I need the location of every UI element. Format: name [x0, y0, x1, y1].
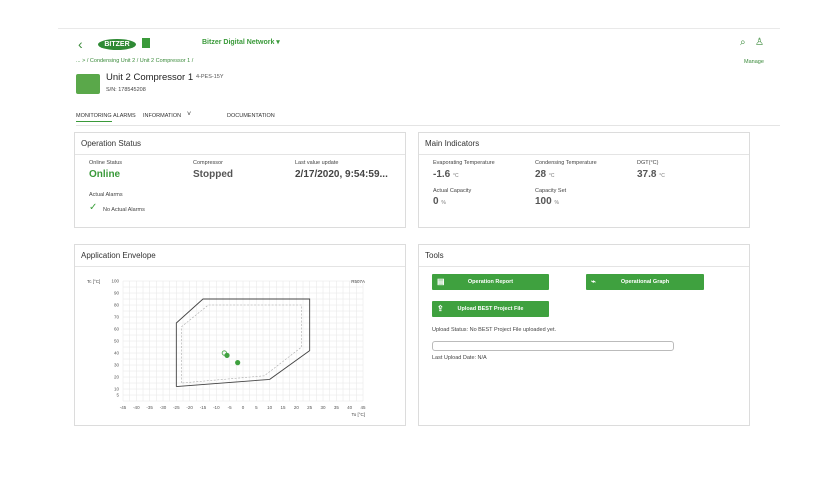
actual-capacity-label: Actual Capacity: [433, 188, 472, 194]
x-tick-label: 45: [360, 405, 366, 410]
operation-status-panel: Operation Status Online Status Online Co…: [74, 132, 406, 228]
bitzer-logo: BITZER: [98, 39, 136, 50]
tab-bar: MONITORING ALARMS INFORMATION ˅ DOCUMENT…: [76, 110, 780, 126]
y-tick-label: 100: [111, 279, 119, 284]
y-tick-label: 90: [114, 291, 120, 296]
y-tick-label: 10: [114, 387, 120, 392]
tab-information[interactable]: INFORMATION: [143, 113, 181, 119]
y-tick-label: 20: [114, 375, 120, 380]
capacity-set-label: Capacity Set: [535, 188, 567, 194]
x-tick-label: -5: [228, 405, 232, 410]
operating-point: [235, 360, 241, 366]
y-tick-label: 50: [114, 339, 120, 344]
panel-title: Tools: [425, 251, 444, 260]
tab-monitoring[interactable]: MONITORING: [76, 113, 112, 122]
operation-report-button[interactable]: ▤ Operation Report: [432, 274, 549, 290]
refrigerant-legend: R507A: [351, 279, 365, 284]
x-tick-label: 20: [294, 405, 300, 410]
x-tick-label: -30: [160, 405, 167, 410]
unit-serial: S/N: 178545208: [106, 87, 146, 93]
x-tick-label: -15: [200, 405, 207, 410]
condensing-temp-value: 28 °C: [535, 169, 555, 180]
compressor-label: Compressor: [193, 160, 223, 166]
back-icon[interactable]: ‹: [78, 36, 83, 52]
last-update-label: Last value update: [295, 160, 339, 166]
top-bar: ‹ BITZER Bitzer Digital Network ▾ ⌕ ♙: [58, 28, 780, 59]
upload-status: Upload Status: No BEST Project File uplo…: [432, 327, 557, 333]
x-tick-label: 30: [320, 405, 326, 410]
network-dropdown[interactable]: Bitzer Digital Network ▾: [202, 38, 280, 46]
x-tick-label: 0: [242, 405, 245, 410]
x-tick-label: 5: [255, 405, 258, 410]
panel-title: Application Envelope: [81, 251, 156, 260]
y-axis-label: Tc [°C]: [87, 279, 100, 284]
x-tick-label: 15: [280, 405, 286, 410]
unit-title: Unit 2 Compressor 1: [106, 72, 194, 83]
unit-model: 4-PES-15Y: [196, 74, 224, 80]
y-tick-label: 30: [114, 363, 120, 368]
x-tick-label: -10: [213, 405, 220, 410]
evaporating-temp-label: Evaporating Temperature: [433, 160, 495, 166]
manage-link[interactable]: Manage: [744, 59, 764, 65]
app-frame: ‹ BITZER Bitzer Digital Network ▾ ⌕ ♙ ..…: [58, 28, 780, 440]
x-tick-label: 40: [347, 405, 353, 410]
y-tick-label: 80: [114, 303, 120, 308]
tab-alarms[interactable]: ALARMS: [113, 113, 136, 119]
user-icon[interactable]: ♙: [755, 37, 764, 48]
y-tick-label: 70: [114, 315, 120, 320]
dgt-label: DGT(°C): [637, 160, 659, 166]
dgt-value: 37.8 °C: [637, 169, 665, 180]
panel-title: Main Indicators: [425, 139, 480, 148]
file-input[interactable]: [432, 341, 674, 351]
y-tick-label: 40: [114, 351, 120, 356]
condensing-temp-label: Condensing Temperature: [535, 160, 597, 166]
operational-graph-button[interactable]: ⌁ Operational Graph: [586, 274, 704, 290]
x-tick-label: -20: [186, 405, 193, 410]
breadcrumb[interactable]: ... > / Condensing Unit 2 / Unit 2 Compr…: [76, 58, 193, 64]
envelope-chart: -45 -40 -35 -30 -25 -20 -15 -10 -5 0 5 10 15 20 25 30 35…: [87, 279, 366, 418]
actual-capacity-value: 0 %: [433, 196, 446, 207]
checkmark-icon: ✓: [89, 202, 98, 213]
x-tick-label: 25: [307, 405, 313, 410]
main-indicators-panel: Main Indicators Evaporating Temperature …: [418, 132, 750, 228]
actual-alarms-label: Actual Alarms: [89, 192, 123, 198]
x-tick-label: -40: [133, 405, 140, 410]
last-update-value: 2/17/2020, 9:54:59...: [295, 169, 388, 180]
chevron-down-icon[interactable]: ˅: [187, 111, 191, 118]
x-tick-label: -25: [173, 405, 180, 410]
capacity-set-value: 100 %: [535, 196, 559, 207]
online-status-label: Online Status: [89, 160, 123, 166]
y-tick-label: 5: [116, 393, 119, 398]
online-status-value: Online: [89, 169, 121, 180]
last-upload-date: Last Upload Date: N/A: [432, 355, 487, 361]
search-icon[interactable]: ⌕: [740, 37, 746, 48]
panel-title: Operation Status: [81, 139, 142, 148]
evaporating-temp-value: -1.6 °C: [433, 169, 459, 180]
operating-point: [224, 352, 230, 359]
upload-best-button[interactable]: ⇪ Upload BEST Project File: [432, 301, 549, 317]
x-tick-label: 35: [334, 405, 340, 410]
actual-alarms-value: No Actual Alarms: [103, 207, 145, 213]
tab-documentation[interactable]: DOCUMENTATION: [227, 113, 275, 119]
x-tick-label: 10: [267, 405, 273, 410]
y-tick-label: 60: [114, 327, 120, 332]
application-envelope-panel: Application Envelope -45 -40 -35 -30 -25 -20 -…: [74, 244, 406, 426]
x-axis-label: To [°C]: [351, 412, 365, 417]
compressor-image: [76, 74, 100, 94]
x-tick-label: -45: [120, 405, 127, 410]
x-tick-label: -35: [146, 405, 153, 410]
envelope-inner: [181, 304, 302, 384]
ecoline-logo-icon: [142, 38, 150, 48]
tools-panel: Tools ▤ Operation Report ⌁ Operational G…: [418, 244, 750, 426]
compressor-value: Stopped: [193, 169, 233, 180]
